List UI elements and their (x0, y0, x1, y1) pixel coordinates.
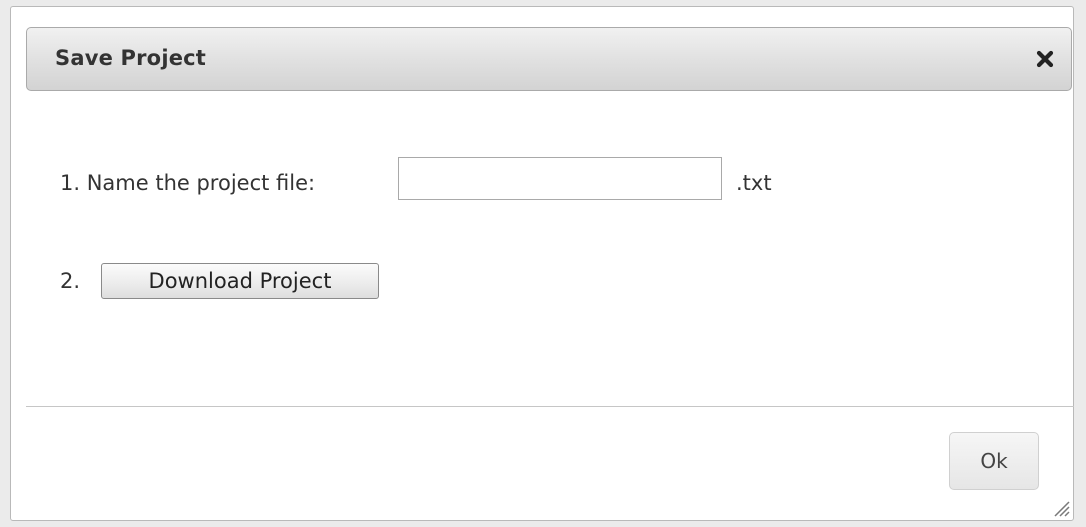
dialog-title: Save Project (55, 46, 207, 70)
project-file-name-input[interactable] (398, 157, 722, 200)
save-project-dialog: Save Project 1. Name the project file: .… (10, 6, 1074, 521)
step1-label: 1. Name the project file: (60, 171, 316, 195)
download-project-button[interactable]: Download Project (101, 263, 379, 299)
step2-label: 2. (60, 269, 81, 293)
file-extension-label: .txt (736, 171, 772, 195)
ok-button[interactable]: Ok (949, 432, 1039, 490)
close-icon[interactable] (1029, 43, 1061, 75)
dialog-titlebar[interactable]: Save Project (26, 27, 1072, 91)
footer-divider (26, 406, 1074, 407)
resize-grip-icon[interactable] (1049, 496, 1071, 518)
